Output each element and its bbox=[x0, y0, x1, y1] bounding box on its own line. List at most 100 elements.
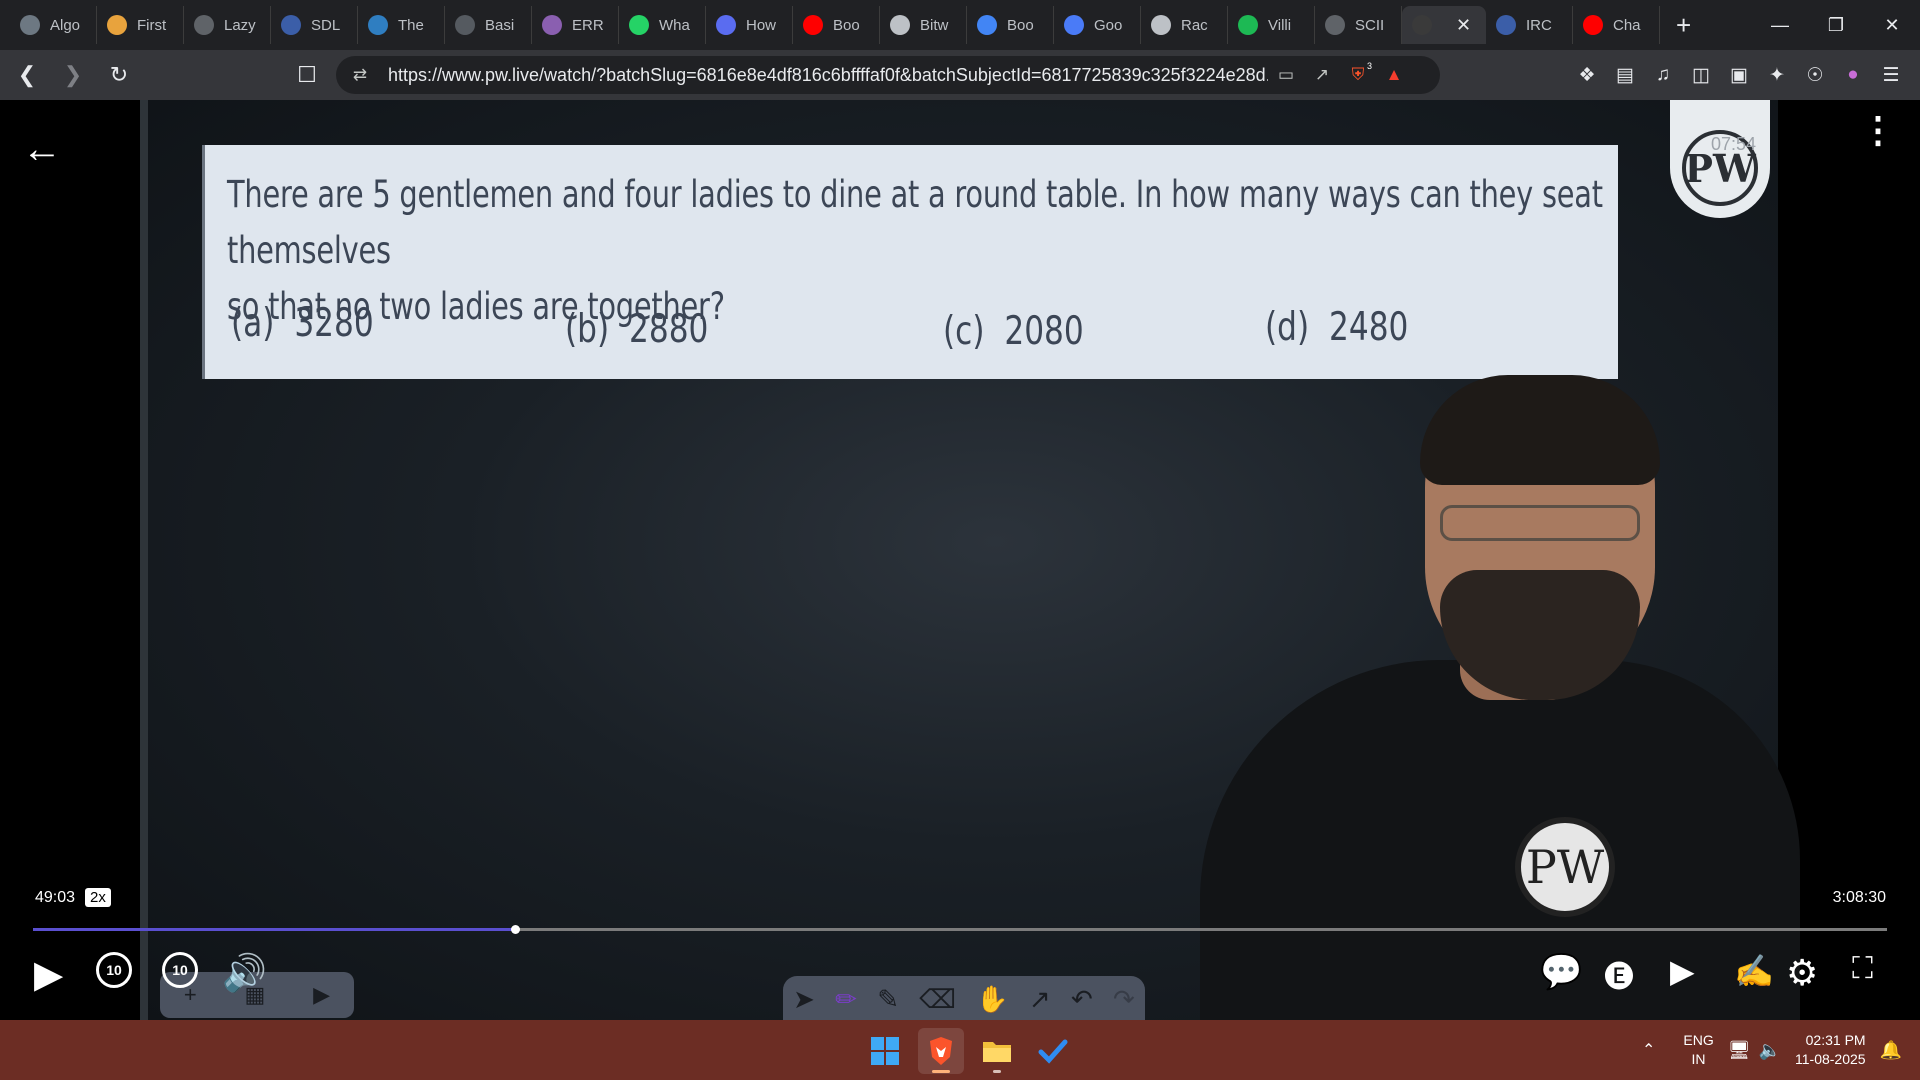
forward-10-button[interactable]: 10 bbox=[162, 952, 198, 988]
browser-tab[interactable]: Lazy bbox=[184, 6, 271, 44]
browser-tab[interactable]: SDL bbox=[271, 6, 358, 44]
pw-logo: PW 07:54 bbox=[1670, 100, 1770, 218]
browser-tab[interactable]: ERR bbox=[532, 6, 619, 44]
seek-bar-handle[interactable] bbox=[511, 925, 521, 934]
browser-tab[interactable]: First bbox=[97, 6, 184, 44]
eraser-icon[interactable]: ⌫ bbox=[919, 984, 956, 1015]
picture-in-picture-icon[interactable]: ▶ bbox=[1670, 952, 1695, 990]
taskbar-todo[interactable] bbox=[1030, 1028, 1076, 1074]
option-value: 2880 bbox=[628, 307, 709, 352]
pen-icon[interactable]: ✏ bbox=[835, 984, 857, 1015]
tab-label: IRC bbox=[1526, 16, 1552, 34]
site-settings-icon[interactable]: ⇄ bbox=[342, 57, 378, 93]
browser-tab[interactable]: IRC bbox=[1486, 6, 1573, 44]
rewind-10-button[interactable]: 10 bbox=[96, 952, 132, 988]
network-icon[interactable]: 🖥 bbox=[1728, 1040, 1751, 1061]
pw-tab-icon bbox=[1412, 15, 1432, 35]
highlighter-icon[interactable]: ✎ bbox=[877, 984, 899, 1015]
redo-icon[interactable]: ↷ bbox=[1113, 984, 1135, 1015]
browser-tab[interactable]: Goo bbox=[1054, 6, 1141, 44]
media-icon[interactable]: ♫ bbox=[1644, 56, 1682, 94]
undo-icon[interactable]: ↶ bbox=[1071, 984, 1093, 1015]
brave-shield-icon[interactable]: ⛨ 3 bbox=[1340, 57, 1376, 93]
reader-mode-icon[interactable]: ▤ bbox=[1606, 56, 1644, 94]
browser-tab[interactable]: Basi bbox=[445, 6, 532, 44]
volume-icon[interactable]: 🔊 bbox=[222, 952, 267, 994]
chat-icon[interactable]: 💬 bbox=[1540, 952, 1582, 992]
browser-tab[interactable]: Boo bbox=[967, 6, 1054, 44]
browser-tab[interactable]: Algo bbox=[10, 6, 97, 44]
seek-bar-progress bbox=[33, 928, 516, 931]
taskbar-brave[interactable] bbox=[918, 1028, 964, 1074]
seek-bar[interactable] bbox=[33, 925, 1887, 934]
irctc-icon bbox=[1496, 15, 1516, 35]
speaker-icon[interactable]: 🔈 bbox=[1759, 1040, 1781, 1061]
browser-tab[interactable]: SCII bbox=[1315, 6, 1402, 44]
next-icon[interactable]: ▶ bbox=[313, 982, 330, 1008]
bookmark-icon[interactable]: ☐ bbox=[288, 56, 326, 94]
start-button[interactable] bbox=[862, 1028, 908, 1074]
tab-label: First bbox=[137, 16, 167, 34]
leo-ai-icon[interactable]: ✦ bbox=[1758, 56, 1796, 94]
menu-icon[interactable]: ☰ bbox=[1872, 56, 1910, 94]
back-button[interactable]: ❮ bbox=[8, 56, 46, 94]
w3-icon bbox=[368, 15, 388, 35]
browser-tab[interactable]: ✕ bbox=[1402, 6, 1486, 44]
brave-rewards-icon[interactable]: ▲ bbox=[1376, 57, 1412, 93]
google-icon bbox=[977, 15, 997, 35]
play-button[interactable]: ▶ bbox=[34, 952, 63, 997]
current-time: 49:03 bbox=[35, 889, 76, 906]
tab-label: Villi bbox=[1268, 16, 1292, 34]
translate-icon[interactable]: 🅔 bbox=[1604, 952, 1634, 996]
hand-icon[interactable]: ✋ bbox=[976, 984, 1008, 1015]
video-back-arrow-icon[interactable]: ← bbox=[22, 127, 62, 172]
browser-tab[interactable]: Rac bbox=[1141, 6, 1228, 44]
browser-tab[interactable]: Villi bbox=[1228, 6, 1315, 44]
first-icon bbox=[107, 15, 127, 35]
chatgpt-icon bbox=[20, 15, 40, 35]
notes-icon[interactable]: ✍ bbox=[1734, 952, 1774, 990]
browser-tab[interactable]: Cha bbox=[1573, 6, 1660, 44]
clock[interactable]: 02:31 PM 11-08-2025 bbox=[1795, 1031, 1866, 1069]
browser-tab[interactable]: The bbox=[358, 6, 445, 44]
tab-label: The bbox=[398, 16, 424, 34]
notification-bell-icon[interactable]: 🔔 bbox=[1880, 1040, 1902, 1061]
close-tab-icon[interactable]: ✕ bbox=[1456, 15, 1471, 36]
share-icon[interactable]: ↗ bbox=[1304, 57, 1340, 93]
annotation-toolbar: ➤ ✏ ✎ ⌫ ✋ ↗ ↶ ↷ bbox=[783, 976, 1145, 1020]
show-hidden-icons-chevron-icon[interactable]: ⌃ bbox=[1642, 1040, 1655, 1060]
video-player[interactable]: There are 5 gentlemen and four ladies to… bbox=[0, 100, 1920, 1020]
option-value: 2480 bbox=[1328, 305, 1409, 350]
total-duration: 3:08:30 bbox=[1832, 889, 1886, 906]
bookmark-icon bbox=[716, 15, 736, 35]
minimize-button[interactable]: — bbox=[1752, 0, 1808, 50]
browser-tab[interactable]: Boo bbox=[793, 6, 880, 44]
extensions-icon[interactable]: ❖ bbox=[1568, 56, 1606, 94]
vpn-icon[interactable]: ☉ bbox=[1796, 56, 1834, 94]
fullscreen-icon[interactable]: ⛶ bbox=[1852, 952, 1873, 986]
logo-timestamp: 07:54 bbox=[1710, 134, 1756, 154]
playback-speed-badge[interactable]: 2x bbox=[85, 888, 111, 907]
arrow-tool-icon[interactable]: ↗ bbox=[1029, 984, 1051, 1015]
browser-tab[interactable]: Wha bbox=[619, 6, 706, 44]
settings-gear-icon[interactable]: ⚙ bbox=[1786, 952, 1818, 994]
url-text[interactable]: https://www.pw.live/watch/?batchSlug=681… bbox=[388, 65, 1268, 86]
forward-button[interactable]: ❯ bbox=[54, 56, 92, 94]
close-window-button[interactable]: ✕ bbox=[1864, 0, 1920, 50]
wallet-icon[interactable]: ▣ bbox=[1720, 56, 1758, 94]
language-indicator[interactable]: ENG IN bbox=[1683, 1031, 1713, 1069]
taskbar-file-explorer[interactable] bbox=[974, 1028, 1020, 1074]
more-options-icon[interactable]: ⋮ bbox=[1860, 112, 1896, 148]
profile-icon[interactable]: ● bbox=[1834, 56, 1872, 94]
new-tab-button[interactable]: + bbox=[1676, 10, 1691, 41]
pointer-icon[interactable]: ➤ bbox=[793, 984, 815, 1015]
cast-icon[interactable]: ▭ bbox=[1268, 57, 1304, 93]
browser-tab[interactable]: Bitw bbox=[880, 6, 967, 44]
sidebar-icon[interactable]: ◫ bbox=[1682, 56, 1720, 94]
restore-button[interactable]: ❐ bbox=[1808, 0, 1864, 50]
tab-label: Cha bbox=[1613, 16, 1641, 34]
address-bar[interactable]: ⇄ https://www.pw.live/watch/?batchSlug=6… bbox=[336, 56, 1440, 94]
tab-label: SDL bbox=[311, 16, 341, 34]
browser-tab[interactable]: How bbox=[706, 6, 793, 44]
reload-button[interactable]: ↻ bbox=[100, 56, 138, 94]
